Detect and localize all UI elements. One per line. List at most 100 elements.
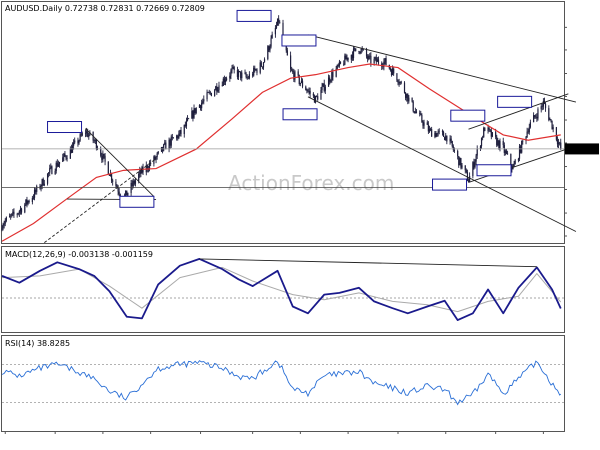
candle-body <box>131 182 133 187</box>
price-candle <box>393 66 395 76</box>
candle-body <box>446 135 448 142</box>
candle-body <box>359 52 361 54</box>
price-candle <box>77 137 79 147</box>
price-candle <box>244 69 246 75</box>
price-header: AUDUSD.Daily 0.72738 0.72831 0.72669 0.7… <box>5 4 205 13</box>
price-candle <box>408 95 410 104</box>
candle-body <box>224 80 227 83</box>
candle-body <box>450 138 452 142</box>
candle-body <box>100 149 102 156</box>
candle-body <box>376 59 378 62</box>
candle-body <box>384 58 386 62</box>
candle-body <box>66 158 68 159</box>
price-candle <box>367 54 369 63</box>
price-candle <box>248 71 250 80</box>
candle-body <box>339 61 342 64</box>
candle-body <box>370 55 372 64</box>
candle-body <box>369 55 371 57</box>
price-candle <box>8 213 11 218</box>
price-candle <box>337 63 339 68</box>
price-candle <box>352 46 355 61</box>
candle-body <box>63 153 65 158</box>
candle-body <box>127 192 129 196</box>
price-candle <box>513 160 515 167</box>
price-candle <box>308 87 310 95</box>
price-candle <box>548 105 550 122</box>
candle-body <box>293 72 295 80</box>
candle-body <box>80 134 82 136</box>
price-candle <box>261 66 263 70</box>
price-candle <box>92 131 94 144</box>
candle-body <box>31 197 33 202</box>
price-candle <box>171 133 173 141</box>
candle-body <box>216 86 218 92</box>
price-candle <box>270 35 272 49</box>
price-candle <box>198 104 201 108</box>
price-candle <box>177 134 179 141</box>
price-candle <box>518 144 521 162</box>
candle-body <box>459 158 461 166</box>
price-candle <box>260 60 262 68</box>
candle-body <box>74 140 76 143</box>
candle-body <box>422 121 424 126</box>
candle-body <box>245 73 247 78</box>
price-candle <box>286 47 288 56</box>
price-candle <box>399 81 401 86</box>
candle-body <box>483 127 485 138</box>
price-candle <box>313 94 316 103</box>
price-candle <box>512 163 514 170</box>
candle-body <box>24 204 26 213</box>
candle-body <box>193 108 195 118</box>
price-candle <box>323 79 325 93</box>
candle-body <box>64 153 66 156</box>
candle-body <box>292 70 294 73</box>
price-level-box <box>119 195 155 208</box>
price-candle <box>293 68 295 83</box>
candle-body <box>223 78 226 83</box>
candle-body <box>502 141 504 146</box>
candle-body <box>513 163 515 167</box>
candle-body <box>62 157 64 162</box>
price-candle <box>79 132 81 142</box>
candle-body <box>317 96 319 100</box>
price-candle <box>473 158 475 170</box>
candle-body <box>415 111 418 113</box>
candle-body <box>201 102 203 109</box>
price-candle <box>544 102 547 112</box>
price-candle <box>63 152 65 162</box>
candle-body <box>403 82 406 93</box>
candle-body <box>8 216 11 218</box>
candle-body <box>472 162 474 176</box>
price-candle <box>533 112 535 123</box>
candle-body <box>35 190 37 192</box>
candle-body <box>1 228 3 231</box>
watermark: ActionForex.com <box>228 171 394 195</box>
price-candle <box>56 159 58 168</box>
candle-body <box>230 70 232 76</box>
candle-body <box>457 150 459 157</box>
price-candle <box>209 90 211 95</box>
candle-body <box>171 136 173 138</box>
candle-body <box>534 115 536 117</box>
price-level-box <box>236 9 272 22</box>
candle-body <box>87 131 89 137</box>
price-candle <box>436 133 438 137</box>
candle-body <box>248 74 250 79</box>
candle-body <box>57 164 60 167</box>
price-candle <box>368 54 370 61</box>
candle-body <box>475 155 477 162</box>
candle-body <box>491 132 493 137</box>
candle-body <box>274 27 277 35</box>
price-candle <box>78 139 80 145</box>
price-candle <box>535 114 537 119</box>
candle-body <box>101 155 103 160</box>
price-candle <box>103 153 105 159</box>
price-candle <box>247 75 249 80</box>
price-candle <box>555 126 558 142</box>
price-candle <box>139 166 141 178</box>
candle-body <box>555 127 558 140</box>
price-candle <box>312 92 314 99</box>
price-candle <box>225 76 228 82</box>
price-candle <box>154 154 156 161</box>
price-candle <box>465 168 467 174</box>
